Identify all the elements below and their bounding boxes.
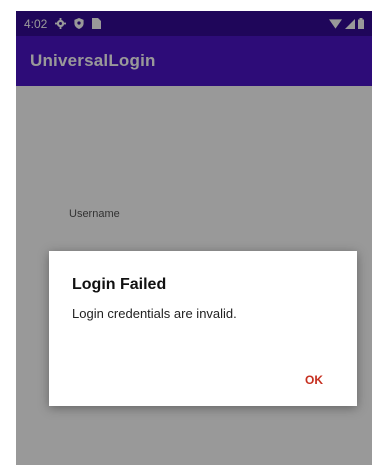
dialog-message: Login credentials are invalid. [72, 306, 237, 321]
device-screen: 4:02 UniversalLogin Username Login Faile… [16, 11, 372, 465]
ok-button[interactable]: OK [299, 371, 329, 389]
login-failed-dialog: Login Failed Login credentials are inval… [49, 251, 357, 406]
dialog-title: Login Failed [72, 276, 167, 293]
